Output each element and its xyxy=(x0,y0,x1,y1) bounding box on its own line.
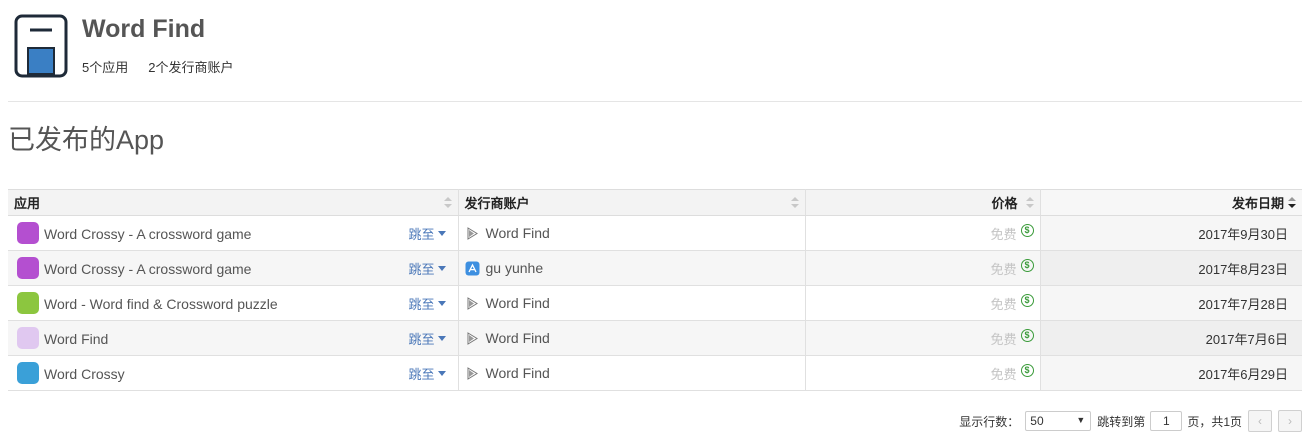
apps-table: 应用 发行商账户 价格 发布日期 Word Crossy - A crosswo… xyxy=(8,189,1302,391)
app-count[interactable]: 5个应用 xyxy=(82,60,128,75)
jump-to-dropdown[interactable]: 跳至 xyxy=(408,224,446,243)
rows-per-page-select[interactable]: 50 ▼ xyxy=(1025,411,1092,431)
publisher-cell: Word Find xyxy=(458,215,806,251)
price-value: 免费 xyxy=(990,331,1017,347)
publisher-cell: gu yunhe xyxy=(458,250,806,286)
publisher-link[interactable]: Word Find xyxy=(486,365,550,381)
prev-page-button[interactable]: ‹ xyxy=(1248,410,1272,432)
dollar-icon: $ xyxy=(1020,363,1034,377)
app-name-link[interactable]: Word - Word find & Crossword puzzle xyxy=(44,294,408,312)
dropdown-arrow-icon: ▼ xyxy=(1076,415,1086,425)
app-cell: Word Find 跳至 xyxy=(8,320,459,356)
app-icon[interactable] xyxy=(17,292,39,314)
caret-down-icon xyxy=(437,300,446,306)
google-play-icon xyxy=(465,366,480,381)
price-value: 免费 xyxy=(990,226,1017,242)
app-icon[interactable] xyxy=(17,257,39,279)
release-date: 2017年7月6日 xyxy=(1040,320,1302,356)
jump-to-page-label: 跳转到第 xyxy=(1097,414,1146,429)
rows-per-page-label: 显示行数： xyxy=(959,414,1020,429)
google-play-icon xyxy=(465,226,480,241)
google-play-icon xyxy=(465,296,480,311)
publisher-cell: Word Find xyxy=(458,355,806,391)
pagination: 显示行数： 50 ▼ 跳转到第 1 页，共1页 ‹ › xyxy=(959,410,1302,432)
dollar-icon: $ xyxy=(1020,223,1034,237)
publisher-stats: 5个应用 2个发行商账户 xyxy=(82,57,233,76)
release-date: 2017年9月30日 xyxy=(1040,215,1302,251)
table-header-row: 应用 发行商账户 价格 发布日期 xyxy=(8,189,1302,216)
table-row[interactable]: Word Find 跳至 Word Find 免费 $ 2017年7月6日 xyxy=(8,320,1302,356)
account-count[interactable]: 2个发行商账户 xyxy=(148,60,233,75)
table-row[interactable]: Word Crossy - A crossword game 跳至 Word F… xyxy=(8,215,1302,251)
table-row[interactable]: Word Crossy 跳至 Word Find 免费 $ 2017年6月29日 xyxy=(8,355,1302,391)
app-name-link[interactable]: Word Crossy - A crossword game xyxy=(44,224,408,242)
price-value: 免费 xyxy=(990,366,1017,382)
page-total-label: 页，共1页 xyxy=(1187,414,1242,429)
sort-icon xyxy=(443,197,452,209)
app-name-link[interactable]: Word Crossy xyxy=(44,364,408,382)
caret-down-icon xyxy=(437,370,446,376)
next-page-button[interactable]: › xyxy=(1278,410,1302,432)
dollar-icon: $ xyxy=(1020,258,1034,272)
publisher-link[interactable]: gu yunhe xyxy=(486,260,544,276)
jump-to-dropdown[interactable]: 跳至 xyxy=(408,364,446,383)
caret-down-icon xyxy=(437,265,446,271)
table-row[interactable]: Word - Word find & Crossword puzzle 跳至 W… xyxy=(8,285,1302,321)
caret-down-icon xyxy=(437,230,446,236)
page-number-input[interactable]: 1 xyxy=(1150,411,1183,431)
app-icon[interactable] xyxy=(17,222,39,244)
google-play-icon xyxy=(465,331,480,346)
publisher-link[interactable]: Word Find xyxy=(486,225,550,241)
publisher-cell: Word Find xyxy=(458,320,806,356)
publisher-name: Word Find xyxy=(82,15,206,43)
price-cell: 免费 $ xyxy=(805,250,1041,286)
sort-icon xyxy=(790,197,799,209)
app-cell: Word Crossy 跳至 xyxy=(8,355,459,391)
app-store-icon xyxy=(465,261,480,276)
table-row[interactable]: Word Crossy - A crossword game 跳至 gu yun… xyxy=(8,250,1302,286)
price-cell: 免费 $ xyxy=(805,320,1041,356)
app-name-link[interactable]: Word Crossy - A crossword game xyxy=(44,259,408,277)
app-icon[interactable] xyxy=(17,362,39,384)
release-date: 2017年6月29日 xyxy=(1040,355,1302,391)
column-header-price[interactable]: 价格 xyxy=(805,189,1041,216)
dollar-icon: $ xyxy=(1020,328,1034,342)
app-icon[interactable] xyxy=(17,327,39,349)
app-name-link[interactable]: Word Find xyxy=(44,329,408,347)
release-date: 2017年7月28日 xyxy=(1040,285,1302,321)
app-cell: Word Crossy - A crossword game 跳至 xyxy=(8,250,459,286)
publisher-logo-icon xyxy=(14,14,68,78)
jump-to-dropdown[interactable]: 跳至 xyxy=(408,294,446,313)
price-cell: 免费 $ xyxy=(805,355,1041,391)
section-title: 已发布的App xyxy=(8,125,165,155)
price-value: 免费 xyxy=(990,296,1017,312)
sort-icon xyxy=(1025,197,1034,209)
price-cell: 免费 $ xyxy=(805,215,1041,251)
jump-to-dropdown[interactable]: 跳至 xyxy=(408,259,446,278)
dollar-icon: $ xyxy=(1020,293,1034,307)
caret-down-icon xyxy=(437,335,446,341)
publisher-link[interactable]: Word Find xyxy=(486,295,550,311)
price-cell: 免费 $ xyxy=(805,285,1041,321)
column-header-publisher[interactable]: 发行商账户 xyxy=(458,189,806,216)
publisher-header: Word Find 5个应用 2个发行商账户 xyxy=(8,0,1302,102)
sort-desc-icon xyxy=(1288,197,1296,209)
app-cell: Word Crossy - A crossword game 跳至 xyxy=(8,215,459,251)
release-date: 2017年8月23日 xyxy=(1040,250,1302,286)
app-cell: Word - Word find & Crossword puzzle 跳至 xyxy=(8,285,459,321)
column-header-date[interactable]: 发布日期 xyxy=(1040,189,1302,216)
publisher-cell: Word Find xyxy=(458,285,806,321)
publisher-link[interactable]: Word Find xyxy=(486,330,550,346)
price-value: 免费 xyxy=(990,261,1017,277)
column-header-app[interactable]: 应用 xyxy=(8,189,459,216)
jump-to-dropdown[interactable]: 跳至 xyxy=(408,329,446,348)
